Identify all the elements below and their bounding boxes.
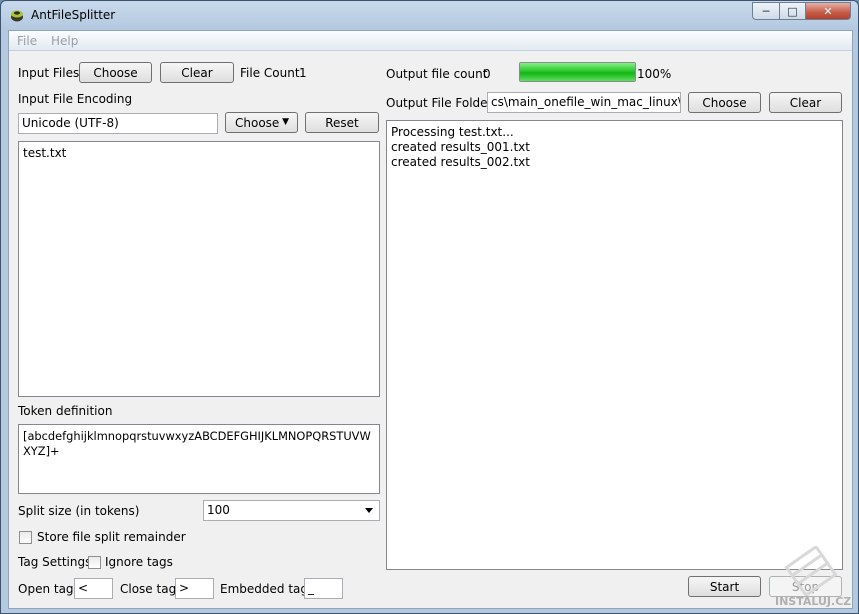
log-line: Processing test.txt... bbox=[391, 125, 514, 139]
encoding-field[interactable]: Unicode (UTF-8) bbox=[18, 113, 218, 134]
menu-bar: File Help bbox=[9, 31, 852, 51]
close-tag-field[interactable]: > bbox=[175, 578, 214, 599]
menu-file[interactable]: File bbox=[17, 34, 37, 48]
encoding-label: Input File Encoding bbox=[18, 92, 133, 106]
split-size-combo[interactable]: 100 bbox=[203, 500, 380, 521]
input-files-label: Input Files bbox=[18, 66, 80, 80]
encoding-reset-button[interactable]: Reset bbox=[305, 112, 379, 133]
start-button[interactable]: Start bbox=[688, 576, 761, 597]
output-count-label: Output file count bbox=[386, 67, 488, 81]
token-label: Token definition bbox=[18, 404, 113, 418]
open-tag-field[interactable]: < bbox=[74, 578, 113, 599]
ignore-tags-checkbox[interactable] bbox=[88, 556, 101, 569]
minimize-button[interactable]: ─ bbox=[752, 2, 780, 20]
file-count-value: 1 bbox=[299, 66, 307, 80]
choose-input-button[interactable]: Choose bbox=[79, 62, 152, 83]
tag-settings-label: Tag Settings bbox=[18, 555, 92, 569]
encoding-choose-button[interactable]: Choose ▼ bbox=[225, 112, 298, 133]
output-folder-label: Output File Folder bbox=[386, 96, 493, 110]
store-remainder-checkbox[interactable] bbox=[19, 531, 32, 544]
close-button[interactable]: ✕ bbox=[805, 2, 851, 20]
log-line: created results_002.txt bbox=[391, 155, 530, 169]
instaluj-watermark: INSTALUJ.CZ bbox=[771, 546, 851, 610]
output-log[interactable]: Processing test.txt... created results_0… bbox=[386, 120, 843, 570]
ant-app-icon bbox=[11, 10, 23, 22]
clear-input-button[interactable]: Clear bbox=[160, 62, 234, 83]
watermark-logo-icon bbox=[784, 546, 838, 596]
split-size-value: 100 bbox=[207, 503, 230, 517]
encoding-choose-label: Choose bbox=[235, 115, 280, 130]
list-item[interactable]: test.txt bbox=[23, 146, 375, 161]
ignore-tags-label: Ignore tags bbox=[105, 555, 173, 569]
token-definition-field[interactable]: [abcdefghijklmnopqrstuvwxyzABCDEFGHIJKLM… bbox=[18, 424, 380, 494]
minimize-icon: ─ bbox=[762, 4, 770, 18]
client-area: File Help Input Files Choose Clear File … bbox=[8, 30, 853, 609]
split-size-label: Split size (in tokens) bbox=[18, 504, 140, 518]
log-line: created results_001.txt bbox=[391, 140, 530, 154]
close-icon: ✕ bbox=[823, 4, 833, 18]
output-folder-field[interactable]: cs\main_onefile_win_mac_linux\dist bbox=[487, 92, 681, 113]
close-tag-label: Close tag bbox=[120, 582, 177, 596]
open-tag-label: Open tag bbox=[18, 582, 74, 596]
token-definition-text: [abcdefghijklmnopqrstuvwxyzABCDEFGHIJKLM… bbox=[23, 429, 371, 458]
maximize-icon: □ bbox=[787, 4, 798, 18]
store-remainder-label: Store file split remainder bbox=[37, 530, 186, 544]
choose-output-button[interactable]: Choose bbox=[688, 92, 761, 113]
app-window: AntFileSplitter ─ □ ✕ File Help Input Fi… bbox=[0, 0, 859, 614]
progress-fill bbox=[520, 63, 635, 81]
menu-help[interactable]: Help bbox=[51, 34, 78, 48]
embedded-tag-label: Embedded tag bbox=[220, 582, 308, 596]
dropdown-arrow-icon: ▼ bbox=[282, 117, 289, 127]
clear-output-button[interactable]: Clear bbox=[769, 92, 842, 113]
progress-bar bbox=[519, 62, 636, 82]
maximize-button[interactable]: □ bbox=[779, 2, 806, 20]
window-title: AntFileSplitter bbox=[31, 8, 116, 22]
dropdown-arrow-icon bbox=[365, 508, 373, 513]
file-count-label: File Count bbox=[240, 66, 300, 80]
output-count-value: 0 bbox=[483, 67, 491, 81]
input-file-list[interactable]: test.txt bbox=[18, 141, 380, 397]
embedded-tag-field[interactable]: _ bbox=[304, 578, 343, 599]
title-bar[interactable]: AntFileSplitter ─ □ ✕ bbox=[1, 1, 858, 29]
progress-text: 100% bbox=[637, 67, 672, 81]
watermark-text: INSTALUJ.CZ bbox=[775, 595, 852, 608]
